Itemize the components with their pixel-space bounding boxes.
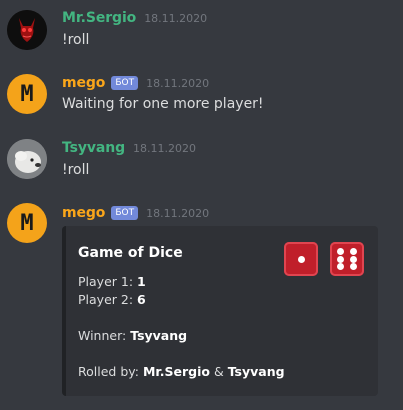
bot-badge: БОТ	[111, 206, 139, 220]
player-1-value: 1	[137, 274, 146, 289]
username[interactable]: Tsyvang	[62, 140, 125, 156]
username[interactable]: mego	[62, 205, 105, 221]
rolled-by-label: Rolled by:	[78, 364, 143, 379]
avatar-letter: M	[20, 81, 34, 107]
rolled-by-user-1: Mr.Sergio	[142, 364, 210, 379]
rolled-by-separator: &	[209, 364, 228, 379]
player-2-value: 6	[137, 292, 146, 307]
game-of-dice-embed: Game of Dice Player 1: 1 Player 2: 6 Win…	[62, 226, 378, 396]
avatar-mr-sergio[interactable]	[7, 10, 47, 50]
winner-value: Tsyvang	[130, 328, 188, 343]
avatar-mego[interactable]: M	[7, 203, 47, 243]
timestamp: 18.11.2020	[133, 141, 196, 155]
rolled-by-user-2: Tsyvang	[227, 364, 285, 379]
username[interactable]: mego	[62, 75, 105, 91]
timestamp: 18.11.2020	[146, 76, 210, 90]
player-1-line: Player 1: 1	[78, 274, 146, 289]
winner-label: Winner:	[78, 328, 131, 343]
timestamp: 18.11.2020	[144, 11, 208, 25]
player-2-line: Player 2: 6	[78, 292, 146, 307]
winner-line: Winner: Tsyvang	[78, 328, 187, 343]
player-1-label: Player 1:	[78, 274, 138, 289]
player-2-label: Player 2:	[78, 292, 138, 307]
embed-title: Game of Dice	[78, 245, 183, 261]
message-text: Waiting for one more player!	[62, 96, 264, 112]
message-text: !roll	[62, 32, 90, 48]
message-text: !roll	[62, 162, 90, 178]
avatar-mego[interactable]: M	[7, 74, 47, 114]
username[interactable]: Mr.Sergio	[62, 10, 136, 26]
timestamp: 18.11.2020	[146, 206, 210, 220]
avatar-letter: M	[20, 210, 34, 236]
die-six-icon	[330, 242, 364, 276]
bot-badge: БОТ	[111, 76, 139, 90]
rolled-by-line: Rolled by: Mr.Sergio & Tsyvang	[78, 364, 285, 379]
die-one-icon	[284, 242, 318, 276]
avatar-tsyvang[interactable]	[7, 139, 47, 179]
